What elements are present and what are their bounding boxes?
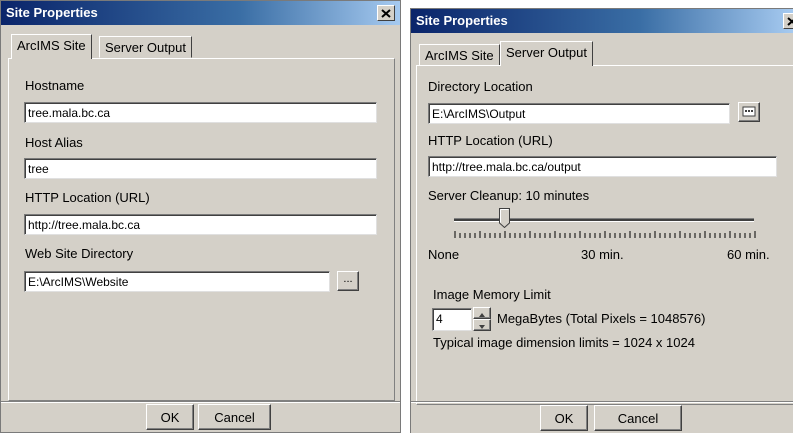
browse-button[interactable]: ... [337,271,359,291]
spin-up-button[interactable] [473,307,491,319]
cleanup-slider-ticks [454,231,756,238]
arrow-down-icon [479,325,485,329]
title-bar[interactable]: Site Properties [1,1,400,25]
web-site-directory-label: Web Site Directory [25,246,134,261]
dimension-limits-text: Typical image dimension limits = 1024 x … [433,335,695,350]
http-location-label: HTTP Location (URL) [25,190,150,205]
memory-unit-label: MegaBytes (Total Pixels = 1048576) [497,311,706,326]
spin-down-button[interactable] [473,319,491,331]
cancel-label: Cancel [214,409,255,425]
close-icon [381,8,391,18]
title-bar[interactable]: Site Properties [411,9,793,33]
directory-location-label: Directory Location [428,79,533,94]
separator [411,401,793,403]
browse-icon [742,106,756,117]
close-button[interactable] [377,5,395,21]
cancel-label: Cancel [617,410,659,426]
tab-label: ArcIMS Site [17,38,86,53]
http-location-field[interactable]: http://tree.mala.bc.ca/output [428,156,777,177]
tab-label: Server Output [105,40,186,55]
ok-label: OK [160,409,180,425]
tab-arcims-site[interactable]: ArcIMS Site [11,34,92,59]
slider-label-60-min: 60 min. [727,247,770,262]
close-icon [787,16,793,26]
http-location-label: HTTP Location (URL) [428,133,553,148]
tab-arcims-site[interactable]: ArcIMS Site [419,44,500,66]
ok-button[interactable]: OK [540,405,588,431]
hostname-field[interactable]: tree.mala.bc.ca [24,102,377,123]
image-memory-limit-label: Image Memory Limit [433,287,551,302]
separator [1,401,400,403]
cancel-button[interactable]: Cancel [198,404,271,430]
close-button[interactable] [783,13,793,29]
server-cleanup-label: Server Cleanup: 10 minutes [428,188,590,203]
web-site-directory-field[interactable]: E:\ArcIMS\Website [24,271,330,292]
slider-label-30-min: 30 min. [581,247,624,262]
dialog-title: Site Properties [6,5,98,20]
site-properties-dialog-arcims-site: Site Properties ArcIMS Site Server Outpu… [0,0,401,433]
memory-limit-field[interactable]: 4 [432,308,472,331]
ok-label: OK [554,410,574,426]
browse-button[interactable] [738,102,760,122]
dialog-title: Site Properties [416,13,508,28]
slider-label-none: None [428,247,460,262]
directory-location-field[interactable]: E:\ArcIMS\Output [428,103,730,124]
cancel-button[interactable]: Cancel [594,405,682,431]
memory-limit-spinner[interactable] [473,307,491,331]
host-alias-field[interactable]: tree [24,158,377,179]
tab-server-output[interactable]: Server Output [500,41,593,66]
tab-server-output[interactable]: Server Output [99,36,192,58]
tab-label: ArcIMS Site [425,48,494,63]
http-location-field[interactable]: http://tree.mala.bc.ca [24,214,377,235]
host-alias-label: Host Alias [25,135,83,150]
cleanup-slider-thumb[interactable] [499,208,510,228]
browse-label: ... [343,273,353,285]
ok-button[interactable]: OK [146,404,194,430]
site-properties-dialog-server-output: Site Properties ArcIMS Site Server Outpu… [410,8,793,433]
tab-label: Server Output [506,45,587,60]
hostname-label: Hostname [25,78,85,93]
